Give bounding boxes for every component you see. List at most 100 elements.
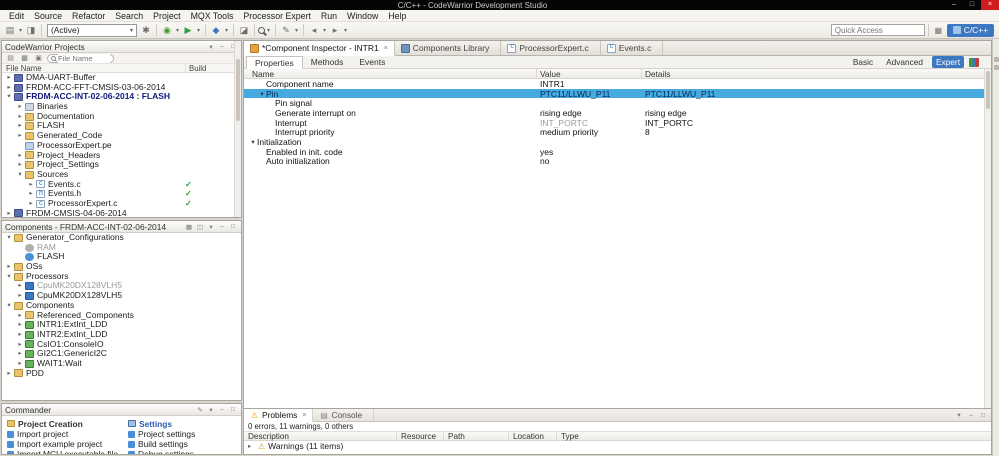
hierarchical-view-icon[interactable]: ▩ — [19, 53, 30, 63]
tree-item[interactable]: CsIO1:ConsoleIO — [2, 340, 241, 350]
menu-item[interactable]: Refactor — [67, 11, 110, 21]
menu-item[interactable]: Edit — [4, 11, 29, 21]
expander-icon[interactable] — [27, 189, 35, 199]
minimize-view-icon[interactable]: – — [966, 410, 976, 420]
menu-item[interactable]: Help — [383, 11, 411, 21]
column-value[interactable]: Value — [537, 69, 642, 79]
tree-item[interactable]: FLASH — [2, 252, 241, 262]
tree-item[interactable]: Documentation — [2, 112, 234, 122]
filter-icon[interactable]: ▦ — [184, 222, 194, 232]
tree-item[interactable]: WAIT1:Wait — [2, 359, 241, 369]
tree-item[interactable]: CpuMK20DX128VLH5 — [2, 281, 241, 291]
tree-item[interactable]: RAM — [2, 243, 241, 253]
tree-item[interactable]: Components — [2, 301, 241, 311]
expander-icon[interactable] — [16, 151, 24, 161]
flat-view-icon[interactable]: ▤ — [5, 53, 16, 63]
expander-icon[interactable] — [16, 160, 24, 170]
expander-icon[interactable] — [16, 281, 24, 291]
expander-icon[interactable] — [16, 349, 24, 359]
menu-item[interactable]: Run — [316, 11, 342, 21]
Initialization[interactable]: Initialization — [244, 137, 984, 147]
Auto initialization[interactable]: Auto initialization no — [244, 156, 984, 166]
commander-link[interactable]: Import MCU executable file — [7, 449, 118, 454]
tree-item[interactable]: FRDM-ACC-FFT-CMSIS-03-06-2014 — [2, 83, 234, 93]
tree-item[interactable]: DMA-UART-Buffer — [2, 73, 234, 83]
edit-icon[interactable]: ✎ — [195, 405, 205, 415]
maximize-view-icon[interactable]: □ — [228, 405, 238, 415]
projects-scrollbar[interactable] — [234, 41, 241, 217]
new-wizard-icon[interactable]: ▤ — [3, 24, 17, 37]
column-name[interactable]: Name — [244, 69, 537, 79]
property-value[interactable]: no — [537, 156, 642, 166]
editor-tab[interactable]: *Component Inspector - INTR1 × — [244, 41, 395, 56]
mode-button[interactable]: Expert — [932, 56, 964, 68]
forward-icon[interactable]: ▸ — [328, 24, 342, 37]
Component name[interactable]: Component name INTR1 — [244, 79, 984, 89]
Enabled in init. code[interactable]: Enabled in init. code yes — [244, 147, 984, 157]
settings-icon[interactable]: ✱ — [139, 24, 153, 37]
flash-dropdown-icon[interactable]: ▾ — [223, 24, 230, 37]
tab-close-icon[interactable]: × — [302, 412, 306, 419]
inspector-tab[interactable]: Properties — [246, 56, 303, 69]
column-header[interactable]: Type — [557, 432, 991, 441]
column-header[interactable]: Resource — [397, 432, 444, 441]
column-build[interactable]: Build — [186, 64, 241, 73]
maximize-view-icon[interactable]: □ — [978, 410, 988, 420]
minimized-view-icon[interactable] — [993, 57, 999, 62]
processor-expert-icon[interactable] — [969, 57, 979, 67]
minimize-view-icon[interactable]: – — [217, 222, 227, 232]
property-value[interactable]: INTR1 — [537, 79, 642, 89]
debug-icon[interactable]: ◉ — [160, 24, 174, 37]
tree-item[interactable]: FRDM-CMSIS-04-06-2014 — [2, 209, 234, 217]
maximize-view-icon[interactable]: □ — [228, 222, 238, 232]
inspector-tab[interactable]: Methods — [303, 56, 352, 68]
Pin[interactable]: Pin PTC11/LLWU_P11 PTC11/LLWU_P11 — [244, 89, 984, 99]
mode-button[interactable]: Advanced — [882, 56, 927, 68]
open-perspective-icon[interactable]: ▦ — [932, 24, 945, 36]
expander-icon[interactable] — [16, 170, 24, 180]
view-menu-icon[interactable]: ▾ — [206, 222, 216, 232]
expander-icon[interactable] — [16, 121, 24, 131]
minimized-view-icon[interactable] — [993, 65, 999, 70]
commander-link[interactable]: Project settings — [128, 429, 220, 439]
Generate interrupt on[interactable]: Generate interrupt on rising edge rising… — [244, 108, 984, 118]
expander-icon[interactable] — [16, 330, 24, 340]
menu-item[interactable]: Processor Expert — [238, 11, 315, 21]
tree-item[interactable]: FLASH — [2, 121, 234, 131]
column-header[interactable]: Description — [244, 432, 397, 441]
view-menu-icon[interactable]: ▾ — [954, 410, 964, 420]
annotation-icon[interactable]: ✎ — [279, 24, 293, 37]
Pin signal[interactable]: Pin signal — [244, 98, 984, 108]
tree-item[interactable]: Events.c ✓ — [2, 179, 234, 190]
editor-tab[interactable]: Components Library — [395, 41, 502, 55]
collapse-all-icon[interactable]: ▣ — [33, 53, 44, 63]
tree-item[interactable]: Project_Settings — [2, 160, 234, 170]
tree-item[interactable]: ProcessorExpert.c ✓ — [2, 199, 234, 209]
property-value[interactable]: yes — [537, 147, 642, 157]
expander-icon[interactable] — [27, 199, 35, 209]
tree-item[interactable]: Generator_Configurations — [2, 233, 241, 243]
tree-item[interactable]: GI2C1:GenericI2C — [2, 349, 241, 359]
commander-link[interactable]: Import example project — [7, 439, 118, 449]
annotation-dropdown-icon[interactable]: ▾ — [293, 24, 300, 37]
menu-item[interactable]: Project — [148, 11, 185, 21]
column-header[interactable]: Location — [509, 432, 557, 441]
minimize-icon[interactable]: – — [945, 0, 963, 10]
expander-icon[interactable] — [5, 369, 13, 379]
tab-close-icon[interactable]: × — [384, 45, 388, 52]
tree-item[interactable]: Project_Headers — [2, 151, 234, 161]
property-value[interactable]: INT_PORTC — [537, 118, 642, 128]
column-details[interactable]: Details — [642, 69, 991, 79]
problems-group-row[interactable]: ⚠ Warnings (11 items) — [244, 441, 991, 451]
expander-icon[interactable] — [5, 301, 13, 311]
property-value[interactable]: PTC11/LLWU_P11 — [537, 89, 642, 99]
build-icon[interactable]: ◪ — [237, 24, 251, 37]
expander-icon[interactable] — [16, 102, 24, 112]
expander-icon[interactable] — [248, 442, 255, 450]
tree-item[interactable]: Events.h ✓ — [2, 189, 234, 199]
commander-link[interactable]: Debug settings — [128, 449, 220, 454]
debug-dropdown-icon[interactable]: ▾ — [174, 24, 181, 37]
tree-item[interactable]: Sources — [2, 170, 234, 180]
expander-icon[interactable] — [16, 112, 24, 122]
search-icon[interactable] — [258, 26, 265, 34]
